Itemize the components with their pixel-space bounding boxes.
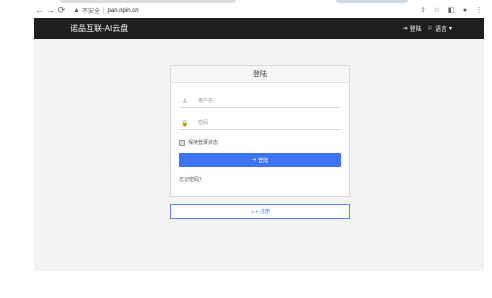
browser-tab[interactable] — [336, 0, 408, 3]
username-input[interactable] — [196, 97, 330, 105]
url-text: pan.npin.cn — [107, 7, 139, 14]
user-icon: ♙ — [182, 98, 188, 105]
login-title: 登陆 — [171, 66, 349, 83]
app-header: 诺品互联-AI云盘 ⇥ 登陆 ⚐ 语言 ▾ — [34, 18, 484, 39]
reload-icon[interactable]: ⟳ — [56, 5, 67, 16]
header-actions: ⇥ 登陆 ⚐ 语言 ▾ — [403, 24, 452, 33]
flag-icon: ⚐ — [427, 26, 433, 32]
security-label: 不安全 — [81, 9, 100, 15]
menu-icon[interactable]: ⋮ — [474, 6, 484, 16]
add-user-icon: ☺+ — [249, 208, 258, 215]
profile-icon[interactable]: ● — [460, 6, 470, 16]
address-bar[interactable]: ▲ 不安全 | pan.npin.cn — [73, 5, 383, 16]
login-submit-button[interactable]: ⇥ 登陆 — [179, 153, 341, 167]
password-input[interactable] — [196, 119, 330, 127]
back-icon[interactable]: ← — [34, 5, 45, 16]
password-field: 🔒 — [179, 117, 341, 130]
toolbar-actions: ⇪ ☆ ◧ ● ⋮ — [418, 6, 484, 16]
language-dropdown[interactable]: ⚐ 语言 ▾ — [428, 24, 452, 33]
remember-label: 保持登录状态 — [188, 140, 219, 146]
remember-me[interactable]: 保持登录状态 — [179, 139, 218, 146]
login-submit-label: 登陆 — [258, 157, 269, 164]
caret-down-icon: ▾ — [448, 26, 452, 32]
header-login-label: 登陆 — [409, 27, 422, 33]
header-login-button[interactable]: ⇥ 登陆 — [403, 24, 422, 33]
browser-tab[interactable] — [60, 0, 236, 3]
login-icon: ⇥ — [402, 26, 408, 32]
register-label: 注册 — [260, 209, 271, 215]
forgot-password-link[interactable]: 忘记密码？ — [179, 176, 204, 183]
browser-toolbar: ← → ⟳ ▲ 不安全 | pan.npin.cn ⇪ ☆ ◧ ● ⋮ — [34, 4, 484, 17]
lock-icon: 🔒 — [181, 120, 189, 127]
url-separator: | — [102, 7, 105, 14]
page-content: 登陆 ♙ 🔒 保持登录状态 ⇥ 登陆 忘记密码？ ☺+ 注册 — [34, 39, 484, 271]
username-field: ♙ — [179, 95, 341, 108]
star-icon[interactable]: ☆ — [432, 6, 442, 16]
login-card: 登陆 ♙ 🔒 保持登录状态 ⇥ 登陆 忘记密码？ — [170, 65, 350, 197]
login-icon: ⇥ — [251, 157, 257, 163]
register-button[interactable]: ☺+ 注册 — [170, 204, 350, 219]
language-label: 语言 — [434, 27, 447, 33]
remember-checkbox[interactable] — [179, 139, 185, 146]
forward-icon[interactable]: → — [45, 5, 56, 16]
brand-title[interactable]: 诺品互联-AI云盘 — [70, 23, 128, 34]
warning-icon: ▲ — [73, 7, 80, 14]
share-icon[interactable]: ⇪ — [418, 6, 428, 16]
sidebar-icon[interactable]: ◧ — [446, 6, 456, 16]
